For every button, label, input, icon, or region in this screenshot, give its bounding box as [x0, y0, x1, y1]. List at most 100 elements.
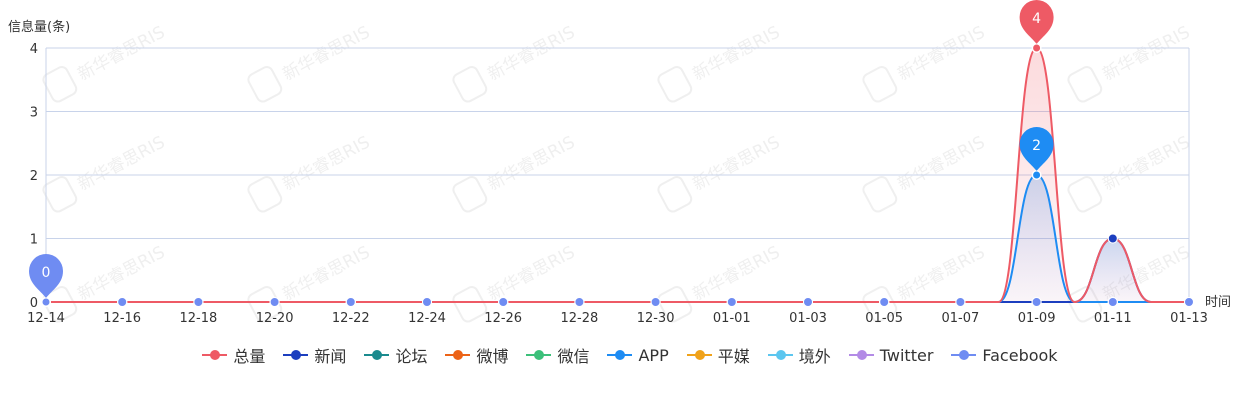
line-chart: 新华睿思RIS 新华睿思RIS 新华睿思RIS 新华睿思RIS 新华睿思RIS 新华睿思R…	[8, 0, 1231, 326]
x-tick-label: 01-13	[1170, 311, 1208, 326]
data-point	[574, 297, 585, 307]
watermark-logo	[247, 66, 283, 103]
watermark-logo	[657, 176, 693, 213]
legend-swatch	[951, 348, 977, 362]
watermark-logo	[452, 176, 488, 213]
y-tick-label: 3	[30, 106, 38, 121]
x-tick-label: 01-05	[865, 311, 903, 326]
watermark: 新华睿思RIS	[657, 132, 784, 213]
watermark: 新华睿思RIS	[452, 22, 579, 103]
watermark: 新华睿思RIS	[247, 132, 374, 213]
legend-dot	[615, 350, 626, 360]
x-tick-label: 12-26	[484, 311, 522, 326]
legend-item[interactable]: 微博	[445, 343, 508, 367]
legend-label: Facebook	[982, 345, 1058, 365]
x-tick-label: 12-20	[256, 311, 294, 326]
legend-label: 微博	[476, 347, 509, 366]
y-tick-label: 2	[30, 169, 38, 184]
data-point	[1107, 297, 1118, 307]
legend-swatch	[283, 348, 309, 362]
legend-item[interactable]: 新闻	[283, 343, 346, 367]
watermark-text: 新华睿思RIS	[75, 22, 169, 85]
watermark: 新华睿思RIS	[42, 132, 169, 213]
watermark-logo	[1067, 176, 1103, 213]
watermark-logo	[862, 66, 898, 103]
legend-item[interactable]: 平媒	[686, 343, 750, 367]
legend-label: 平媒	[717, 347, 750, 366]
watermark: 新华睿思RIS	[1067, 22, 1193, 103]
watermark-text: 新华睿思RIS	[690, 132, 784, 195]
x-tick-label: 12-22	[332, 311, 370, 326]
pin-label: 4	[1032, 11, 1041, 27]
legend-item[interactable]: Twitter	[848, 346, 933, 365]
legend-label: 新闻	[314, 347, 347, 366]
watermark: 新华睿思RIS	[862, 132, 989, 213]
legend-label: 论坛	[395, 347, 428, 366]
data-point	[498, 297, 509, 307]
x-tick-label: 12-18	[180, 311, 218, 326]
legend-label: 微信	[557, 347, 590, 366]
data-point	[1031, 297, 1042, 307]
legend-dot	[372, 350, 383, 360]
legend-swatch	[364, 348, 390, 362]
legend-dot	[534, 350, 545, 360]
legend-dot	[856, 350, 867, 360]
watermark: 新华睿思RIS	[452, 132, 578, 213]
watermark-text: 新华睿思RIS	[895, 132, 989, 195]
x-tick-label: 01-11	[1094, 311, 1132, 326]
pin-label: 0	[42, 265, 51, 281]
y-tick-label: 4	[30, 42, 38, 57]
legend-label: APP	[638, 345, 669, 365]
data-point	[422, 297, 432, 307]
watermark-logo	[452, 286, 488, 323]
data-point	[269, 297, 280, 307]
chart-container: 新华睿思RIS 新华睿思RIS 新华睿思RIS 新华睿思RIS 新华睿思RIS 新华睿思R…	[0, 0, 1260, 400]
watermark-text: 新华睿思RIS	[485, 22, 579, 85]
legend-swatch	[686, 348, 712, 362]
watermark-logo	[42, 176, 78, 213]
watermark-text: 新华睿思RIS	[75, 242, 169, 305]
data-point	[193, 297, 204, 307]
y-tick-label: 1	[30, 233, 38, 248]
watermark-text: 新华睿思RIS	[75, 132, 169, 195]
watermark-logo	[42, 66, 78, 103]
pin-label: 2	[1032, 138, 1041, 154]
legend-item[interactable]: Facebook	[951, 345, 1058, 365]
legend-dot	[775, 350, 786, 360]
watermark-text: 新华睿思RIS	[280, 132, 374, 195]
watermark-text: 新华睿思RIS	[690, 242, 784, 305]
watermark-text: 新华睿思RIS	[690, 22, 784, 85]
data-point	[1032, 170, 1042, 180]
legend-item[interactable]: 境外	[767, 343, 831, 367]
legend-label: 境外	[798, 347, 831, 366]
watermark-text: 新华睿思RIS	[895, 22, 989, 85]
x-tick-label: 12-28	[561, 311, 599, 326]
watermark-logo	[452, 66, 488, 103]
legend-item[interactable]: APP	[607, 345, 669, 365]
x-tick-label: 01-07	[942, 311, 980, 326]
legend-dot	[453, 350, 464, 360]
data-point	[1032, 43, 1042, 53]
watermark-logo	[247, 176, 283, 213]
x-tick-label: 12-24	[408, 311, 446, 326]
legend-swatch	[526, 348, 552, 362]
legend-swatch	[445, 348, 471, 362]
x-axis-title: 时间	[1205, 295, 1231, 310]
data-point	[955, 297, 966, 307]
legend-item[interactable]: 总量	[202, 343, 265, 367]
legend-dot	[694, 350, 705, 360]
watermark-logo	[1067, 66, 1103, 103]
y-axis-title: 信息量(条)	[8, 19, 70, 35]
data-point	[117, 297, 128, 307]
x-tick-label: 01-09	[1018, 311, 1056, 326]
data-point	[41, 297, 51, 307]
legend: 总量 新闻 论坛 微博 微信 APP 平媒 境外 Twitter Facebook	[0, 343, 1260, 367]
x-tick-label: 12-16	[103, 311, 141, 326]
legend-item[interactable]: 论坛	[364, 343, 427, 367]
data-point	[650, 297, 661, 307]
watermark-logo	[862, 176, 898, 213]
x-tick-label: 12-30	[637, 311, 675, 326]
legend-item[interactable]: 微信	[526, 343, 589, 367]
legend-dot	[291, 350, 302, 360]
y-tick-label: 0	[30, 296, 38, 311]
